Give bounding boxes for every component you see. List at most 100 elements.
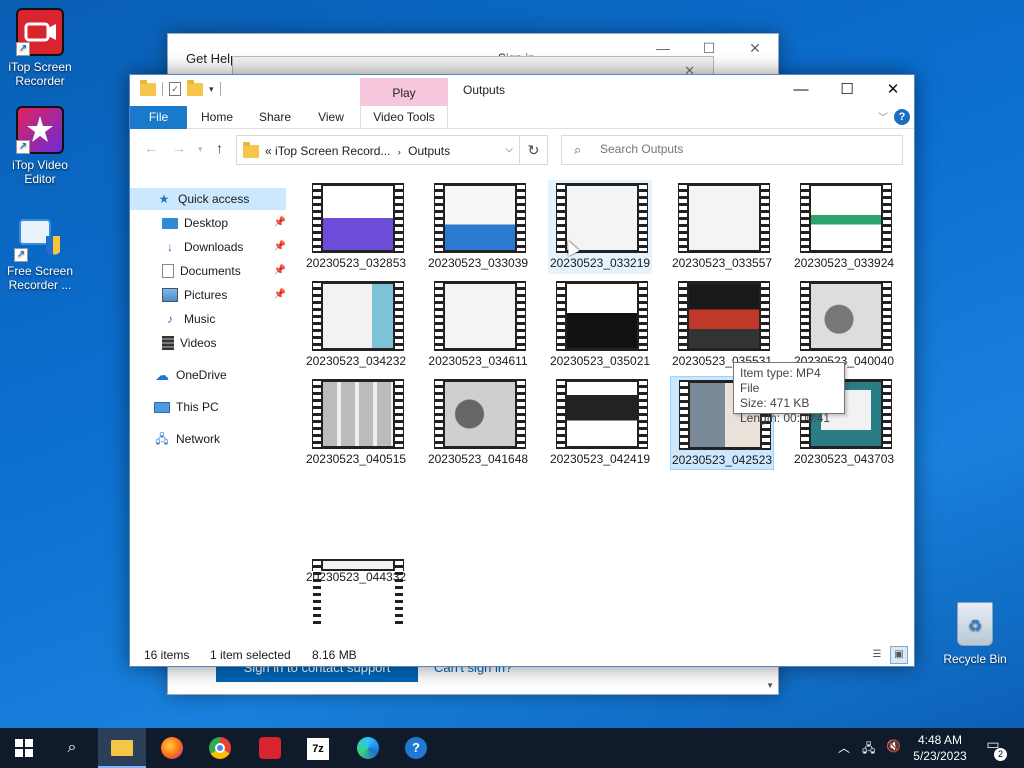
- help-icon[interactable]: ?: [894, 109, 910, 125]
- sidebar-item-desktop[interactable]: Desktop 📌: [162, 212, 286, 234]
- file-tile[interactable]: 20230523_035531: [670, 278, 774, 372]
- folder-icon: [243, 142, 259, 158]
- address-bar[interactable]: « iTop Screen Record... › Outputs ⌵: [236, 135, 520, 165]
- desktop-icon-recycle-bin[interactable]: ♻ Recycle Bin: [940, 602, 1010, 666]
- file-tile[interactable]: 20230523_042419: [548, 376, 652, 470]
- maximize-icon[interactable]: ☐: [694, 40, 724, 57]
- show-hidden-icons[interactable]: ︿: [838, 739, 850, 756]
- sidebar-item-label: Quick access: [178, 192, 250, 206]
- customize-toolbar-icon[interactable]: ▾: [209, 84, 214, 95]
- desktop-icon-itop-video-editor[interactable]: ↗ iTop Video Editor: [2, 106, 78, 186]
- desktop-icon-label: Free Screen Recorder ...: [6, 264, 74, 292]
- sidebar-item-onedrive[interactable]: ☁ OneDrive: [154, 364, 284, 386]
- minimize-icon[interactable]: —: [648, 40, 678, 56]
- notification-center-icon[interactable]: ▭ 2: [978, 736, 1008, 761]
- file-tile[interactable]: 20230523_034611: [426, 278, 530, 372]
- file-name: 20230523_044332: [305, 570, 407, 584]
- up-arrow-icon[interactable]: ↑: [216, 140, 223, 156]
- properties-icon[interactable]: ✓: [169, 82, 181, 96]
- desktop-icon-free-screen-recorder[interactable]: ↗ Free Screen Recorder ...: [2, 212, 78, 292]
- volume-muted-icon[interactable]: 🔇: [886, 739, 901, 753]
- breadcrumb-item[interactable]: iTop Screen Record...: [275, 144, 390, 158]
- breadcrumb-item[interactable]: Outputs: [408, 144, 450, 158]
- desktop-icon-itop-screen-recorder[interactable]: ↗ iTop Screen Recorder: [2, 8, 78, 88]
- file-tile[interactable]: 20230523_033219: [548, 180, 652, 274]
- start-button[interactable]: [0, 728, 48, 768]
- pin-icon[interactable]: 📌: [274, 284, 286, 306]
- sidebar-item-network[interactable]: 🖧 Network: [154, 428, 284, 450]
- sidebar-item-documents[interactable]: Documents 📌: [162, 260, 286, 282]
- file-tile[interactable]: 20230523_032853: [304, 180, 408, 274]
- refresh-icon[interactable]: ↻: [520, 135, 548, 165]
- tab-home[interactable]: Home: [192, 106, 242, 129]
- file-tile[interactable]: 20230523_041648: [426, 376, 530, 470]
- scroll-down-icon[interactable]: ▼: [766, 681, 774, 690]
- pin-icon[interactable]: 📌: [274, 236, 286, 258]
- get-help-icon[interactable]: ?: [392, 728, 440, 768]
- tab-video-tools[interactable]: Video Tools: [360, 106, 448, 129]
- file-tile[interactable]: 20230523_044332: [304, 556, 408, 627]
- chevron-right-icon: ›: [397, 147, 401, 157]
- firefox-icon[interactable]: [148, 728, 196, 768]
- recycle-bin-icon: ♻: [957, 602, 993, 646]
- chevron-down-icon[interactable]: ﹀: [878, 109, 888, 124]
- tab-view[interactable]: View: [306, 106, 356, 129]
- file-tile[interactable]: 20230523_033557: [670, 180, 774, 274]
- separator: [219, 82, 221, 96]
- search-icon[interactable]: ⌕: [48, 728, 96, 768]
- minimize-icon[interactable]: —: [778, 79, 824, 103]
- details-view-icon[interactable]: ☰: [868, 646, 886, 664]
- tooltip-item-type: Item type: MP4 File: [740, 366, 821, 395]
- clock[interactable]: 4:48 AM 5/23/2023: [909, 732, 971, 764]
- file-tile[interactable]: 20230523_033039: [426, 180, 530, 274]
- tab-file[interactable]: File: [130, 106, 187, 129]
- 7zip-icon[interactable]: 7z: [294, 728, 342, 768]
- breadcrumb-overflow[interactable]: «: [265, 144, 272, 158]
- file-name: 20230523_033557: [671, 256, 773, 270]
- large-icons-view-icon[interactable]: ▣: [890, 646, 908, 664]
- screen-recorder-taskbar-icon[interactable]: [246, 728, 294, 768]
- sidebar-item-this-pc[interactable]: This PC: [154, 396, 284, 418]
- clock-time: 4:48 AM: [917, 733, 963, 747]
- desktop-icon-label: iTop Screen Recorder: [8, 60, 72, 88]
- file-tile[interactable]: 20230523_040040: [792, 278, 896, 372]
- search-input[interactable]: [600, 142, 890, 156]
- tab-share[interactable]: Share: [250, 106, 300, 129]
- sidebar-item-label: Pictures: [184, 288, 228, 302]
- network-icon[interactable]: 🖧: [862, 739, 875, 760]
- file-tile[interactable]: 20230523_035021: [548, 278, 652, 372]
- video-thumbnail: [800, 281, 892, 351]
- file-explorer-taskbar-icon[interactable]: [98, 728, 146, 768]
- edge-icon[interactable]: [344, 728, 392, 768]
- documents-icon: [162, 264, 174, 278]
- video-thumbnail: [678, 183, 770, 253]
- file-tile[interactable]: 20230523_040515: [304, 376, 408, 470]
- file-tile[interactable]: 20230523_033924: [792, 180, 896, 274]
- new-folder-icon[interactable]: [187, 79, 203, 96]
- close-icon[interactable]: ✕: [870, 79, 916, 103]
- quick-access-toolbar: ✓ ▾: [140, 79, 221, 96]
- search-box[interactable]: ⌕: [561, 135, 903, 165]
- file-tile[interactable]: 20230523_034232: [304, 278, 408, 372]
- pin-icon[interactable]: 📌: [274, 212, 286, 234]
- forward-arrow-icon[interactable]: →: [172, 140, 186, 156]
- maximize-icon[interactable]: ☐: [824, 79, 870, 103]
- navigation-pane: ★ Quick access Desktop 📌 ↓ Downloads 📌 D…: [130, 180, 296, 640]
- pin-icon[interactable]: 📌: [274, 260, 286, 282]
- chevron-down-icon[interactable]: ⌵: [505, 144, 513, 155]
- window-title: Outputs: [463, 83, 506, 97]
- close-icon[interactable]: ✕: [740, 40, 770, 57]
- file-tooltip: Item type: MP4 File Size: 471 KB Length:…: [733, 362, 845, 425]
- back-arrow-icon[interactable]: ←: [144, 140, 158, 156]
- chrome-icon[interactable]: [196, 728, 244, 768]
- sidebar-item-music[interactable]: ♪ Music: [162, 308, 284, 330]
- sidebar-item-quick-access[interactable]: ★ Quick access: [130, 188, 286, 210]
- play-context-tab[interactable]: Play: [360, 78, 448, 106]
- sidebar-item-pictures[interactable]: Pictures 📌: [162, 284, 286, 306]
- recent-locations-icon[interactable]: ▾: [198, 144, 203, 155]
- sidebar-item-downloads[interactable]: ↓ Downloads 📌: [162, 236, 286, 258]
- cloud-icon: ☁: [155, 367, 169, 383]
- file-name: 20230523_033219: [549, 256, 651, 270]
- navigation-bar: ← → ▾ ↑ « iTop Screen Record... › Output…: [130, 130, 914, 168]
- sidebar-item-videos[interactable]: Videos: [162, 332, 284, 354]
